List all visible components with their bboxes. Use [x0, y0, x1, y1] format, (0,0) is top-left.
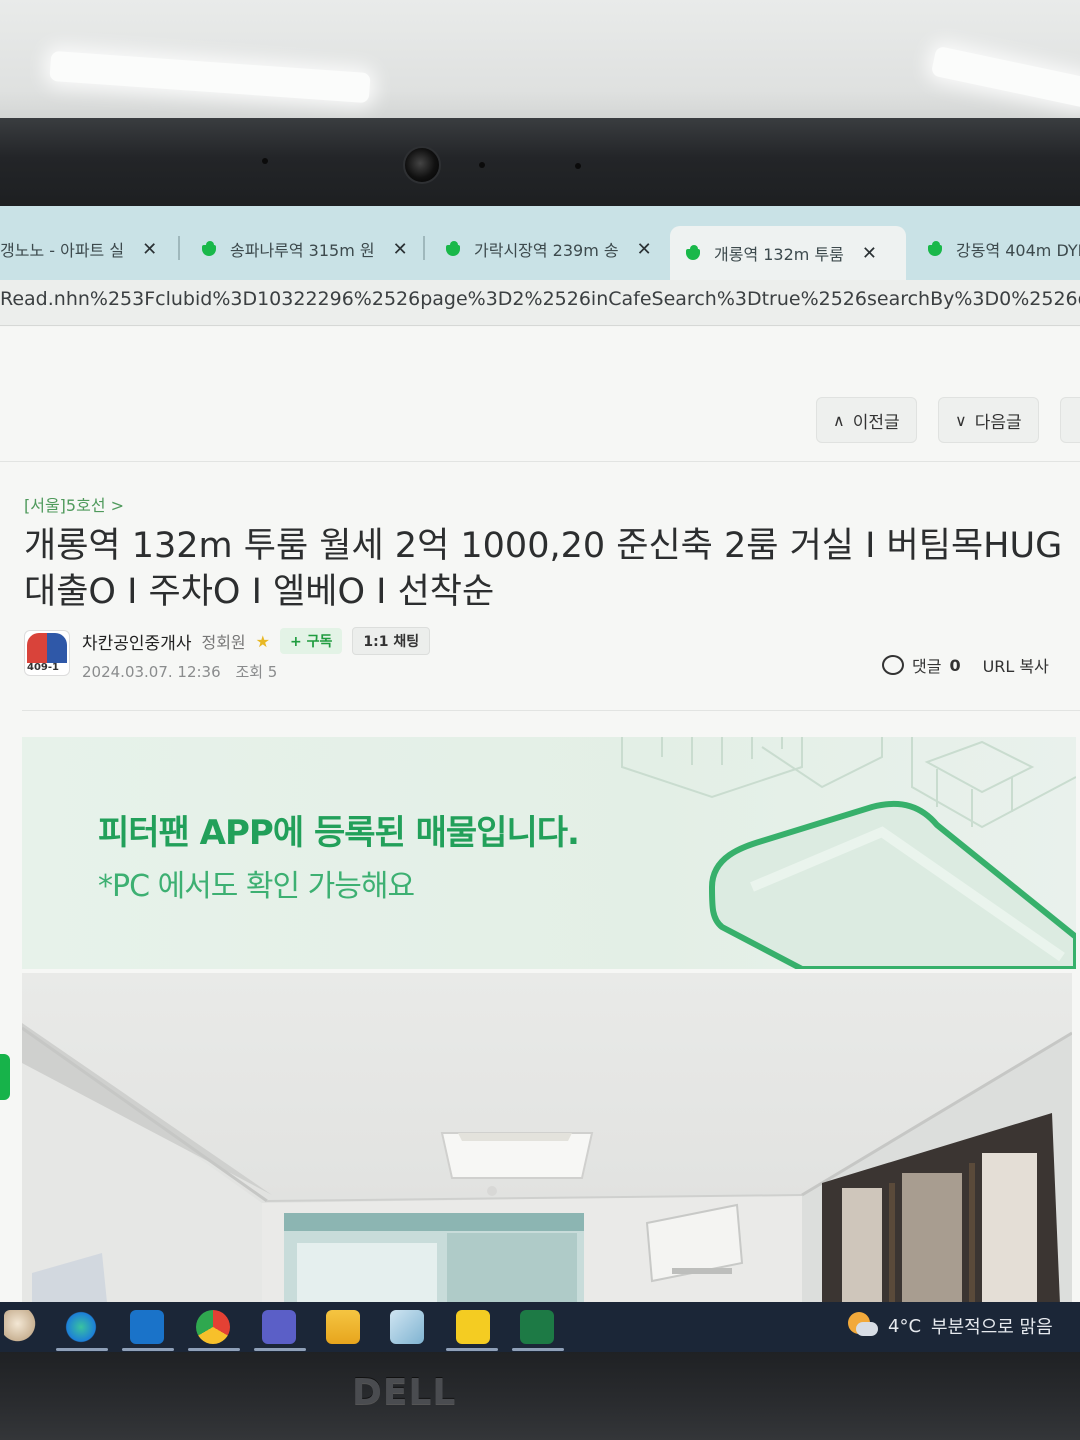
close-icon[interactable]: ✕: [637, 239, 652, 260]
naver-cafe-icon: [684, 245, 704, 261]
excel-active-indicator: [512, 1348, 564, 1351]
naver-cafe-icon: [926, 241, 946, 257]
chevron-down-icon: ∨: [955, 410, 967, 430]
edge-active-indicator: [56, 1348, 108, 1351]
sticky-notes-icon[interactable]: [456, 1310, 490, 1344]
room-photo-illustration: [22, 1023, 1072, 1352]
webcam-sensor: [479, 162, 485, 168]
teams-icon[interactable]: [262, 1310, 296, 1344]
naver-cafe-icon: [444, 241, 464, 257]
chevron-up-icon: ∧: [833, 410, 845, 430]
close-icon[interactable]: ✕: [862, 243, 877, 264]
file-explorer-icon[interactable]: [326, 1310, 360, 1344]
peterpan-app-banner: 피터팬 APP에 등록된 매물입니다. *PC 에서도 확인 가능해요: [22, 737, 1076, 969]
browser-tab[interactable]: 송파나루역 315m 원 ✕: [186, 224, 418, 274]
weather-condition: 부분적으로 맑음: [931, 1317, 1053, 1338]
avatar-logo-right: [47, 633, 67, 663]
teams-active-indicator: [254, 1348, 306, 1351]
edge-icon[interactable]: [64, 1310, 98, 1344]
comments-label[interactable]: 댓글: [912, 653, 941, 677]
laptop-screen: 갱노노 - 아파트 실 ✕ 송파나루역 315m 원 ✕ 가락시장역 239m …: [0, 206, 1080, 1352]
outlook-icon[interactable]: [130, 1310, 164, 1344]
author-name[interactable]: 차칸공인중개사: [82, 629, 191, 654]
sticky-notes-active-indicator: [446, 1348, 498, 1351]
tab-separator: [178, 236, 180, 260]
tab-title: 가락시장역 239m 송: [474, 241, 619, 260]
weather-temperature: 4°C: [888, 1315, 922, 1337]
browser-tab[interactable]: 갱노노 - 아파트 실 ✕: [0, 224, 176, 274]
more-nav-button[interactable]: [1060, 397, 1080, 443]
tab-title: 강동역 404m DYD: [956, 241, 1080, 260]
author-avatar[interactable]: 409-1: [24, 630, 70, 676]
partly-sunny-icon: [848, 1312, 878, 1340]
close-icon[interactable]: ✕: [393, 239, 408, 260]
prev-post-label: 이전글: [852, 412, 900, 433]
next-post-button[interactable]: ∨ 다음글: [938, 397, 1039, 443]
phone-illustration: [708, 800, 1076, 969]
laptop-bezel-top: [0, 118, 1080, 218]
room-photo: [22, 973, 1072, 1352]
cafe-article-page: ∧ 이전글 ∨ 다음글 [서울]5호선 > 개롱역 132m 투룸 월세 2억 …: [0, 327, 1080, 1352]
notepad-icon[interactable]: [390, 1310, 424, 1344]
chat-button[interactable]: 1:1 채팅: [352, 627, 431, 655]
author-info: 차칸공인중개사 정회원 ★ + 구독 1:1 채팅: [82, 627, 431, 655]
tab-title: 갱노노 - 아파트 실: [0, 241, 125, 260]
prev-post-button[interactable]: ∧ 이전글: [816, 397, 917, 443]
tab-title: 송파나루역 315m 원: [230, 241, 375, 260]
outlook-active-indicator: [122, 1348, 174, 1351]
tab-separator: [423, 236, 425, 260]
url-text[interactable]: Read.nhn%253Fclubid%3D10322296%2526page%…: [0, 288, 1080, 310]
article-title: 개롱역 132m 투룸 월세 2억 1000,20 준신축 2룸 거실 I 버팀…: [24, 526, 1063, 612]
post-date: 2024.03.07. 12:36: [82, 663, 221, 681]
member-grade: 정회원: [201, 633, 246, 652]
comments-count: 0: [949, 655, 961, 675]
close-icon[interactable]: ✕: [142, 239, 157, 260]
tab-title: 개롱역 132m 투룸: [714, 245, 844, 264]
paint-icon[interactable]: [4, 1310, 38, 1344]
browser-tab[interactable]: 강동역 404m DYD: [912, 224, 1080, 274]
webcam: [403, 146, 441, 184]
windows-taskbar: 4°C 부분적으로 맑음: [0, 1302, 1080, 1352]
address-bar[interactable]: Read.nhn%253Fclubid%3D10322296%2526page%…: [0, 280, 1080, 326]
chrome-active-indicator: [188, 1348, 240, 1351]
view-count: 조회 5: [235, 663, 278, 681]
next-post-label: 다음글: [974, 412, 1022, 433]
browser-tab-active[interactable]: 개롱역 132m 투룸 ✕: [670, 226, 906, 280]
header-divider: [0, 461, 1080, 462]
avatar-text: 409-1: [27, 662, 59, 673]
url-copy-button[interactable]: URL 복사: [983, 653, 1049, 677]
laptop-bezel-bottom: [0, 1352, 1080, 1440]
webcam-sensor: [262, 158, 268, 164]
comment-icon[interactable]: [882, 655, 904, 675]
browser-tab[interactable]: 가락시장역 239m 송 ✕: [430, 224, 664, 274]
dell-logo: DELL: [352, 1372, 457, 1413]
article-meta: 2024.03.07. 12:36 조회 5: [82, 661, 277, 682]
chrome-icon[interactable]: [196, 1310, 230, 1344]
avatar-logo-left: [27, 633, 47, 663]
webcam-sensor: [575, 163, 581, 169]
board-category-link[interactable]: [서울]5호선 >: [24, 492, 124, 516]
article-actions: 댓글 0 URL 복사: [882, 653, 1049, 677]
banner-headline: 피터팬 APP에 등록된 매물입니다.: [98, 813, 580, 853]
naver-cafe-icon: [200, 241, 220, 257]
excel-icon[interactable]: [520, 1310, 554, 1344]
weather-widget[interactable]: 4°C 부분적으로 맑음: [848, 1312, 1053, 1340]
banner-subline: *PC 에서도 확인 가능해요: [98, 869, 415, 904]
star-icon: ★: [255, 631, 270, 651]
floating-side-tab[interactable]: [0, 1054, 10, 1100]
browser-tab-bar: 갱노노 - 아파트 실 ✕ 송파나루역 315m 원 ✕ 가락시장역 239m …: [0, 206, 1080, 280]
subscribe-button[interactable]: + 구독: [280, 628, 343, 654]
meta-divider: [22, 710, 1080, 711]
